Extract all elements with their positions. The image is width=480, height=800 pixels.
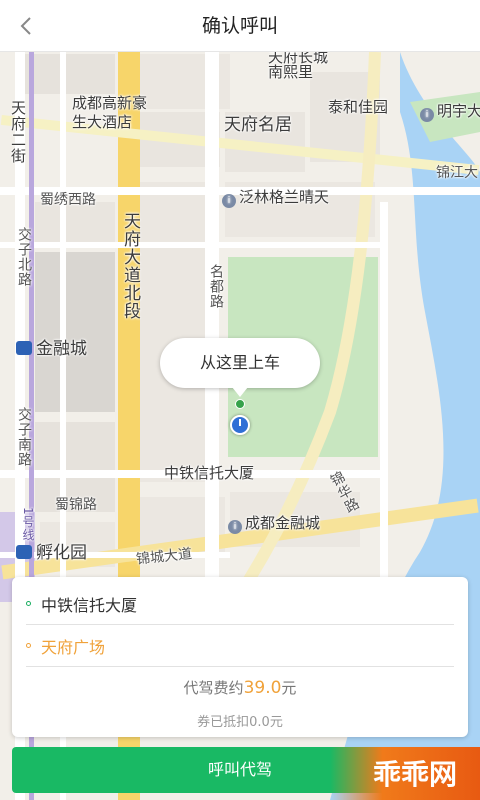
fare-estimate: 代驾费约39.0元: [12, 677, 468, 698]
chevron-left-icon: [20, 17, 31, 35]
poi-icon: i: [228, 520, 242, 534]
top-bar: 确认呼叫: [0, 0, 480, 52]
fare-amount: 39.0: [243, 678, 282, 698]
map-label: 天府名居: [224, 115, 292, 135]
map-label: i 成都金融城: [228, 512, 320, 534]
map-label: 泰和佳园: [328, 98, 389, 116]
origin-row[interactable]: 中铁信托大厦: [26, 583, 454, 625]
poi-icon: i: [420, 108, 434, 122]
map-label-text: 金融城: [36, 339, 87, 359]
fare-suffix: 元: [281, 679, 297, 697]
map-label: 南熙里: [268, 63, 314, 81]
map-label: 锦江大: [436, 165, 478, 181]
map-label: 成都高新豪 生大酒店: [72, 94, 148, 131]
destination-dot-icon: [26, 643, 31, 648]
fare-prefix: 代驾费约: [183, 679, 244, 697]
svg-text:乖乖网: 乖乖网: [373, 758, 457, 791]
page-title: 确认呼叫: [201, 15, 278, 37]
origin-dot-icon: [26, 601, 31, 606]
destination-row[interactable]: 天府广场: [26, 625, 454, 667]
origin-text: 中铁信托大厦: [41, 595, 138, 615]
map-label-text: 孵化园: [36, 543, 87, 563]
current-location-icon: [230, 415, 250, 435]
metro-icon: [16, 545, 32, 559]
map-label: 天府二街: [9, 100, 27, 164]
map-label: 蜀绣西路: [40, 192, 96, 208]
map-label-text: 明宇大: [437, 102, 480, 120]
order-card: 中铁信托大厦 天府广场 代驾费约39.0元 券已抵扣0.0元: [12, 577, 468, 737]
map-label: 1号线: [21, 507, 35, 542]
map-label: 金融城: [16, 334, 87, 359]
pickup-bubble[interactable]: 从这里上车: [160, 338, 320, 397]
map-label-text: 泛林格兰晴天: [239, 188, 330, 206]
map-label: 交子南路: [16, 407, 32, 467]
poi-icon: i: [222, 194, 236, 208]
map-label: 交子北路: [16, 227, 32, 287]
metro-icon: [16, 341, 32, 355]
map-label-text: 成都金融城: [245, 514, 321, 532]
pickup-pin-icon: [235, 399, 245, 409]
map-label: 天府大道北段: [120, 212, 140, 320]
watermark-logo: 乖乖网: [330, 747, 480, 800]
watermark-wordmark: 乖乖网: [373, 758, 457, 791]
map-label: 中铁信托大厦: [164, 464, 255, 482]
destination-text: 天府广场: [41, 637, 106, 657]
map-label: 名都路: [208, 264, 224, 309]
map-label: 蜀锦路: [55, 497, 97, 513]
map-label: i 泛林格兰晴天: [222, 186, 329, 208]
coupon-text: 券已抵扣0.0元: [197, 715, 283, 730]
map-label: i 明宇大: [420, 100, 480, 122]
back-button[interactable]: [10, 10, 42, 42]
